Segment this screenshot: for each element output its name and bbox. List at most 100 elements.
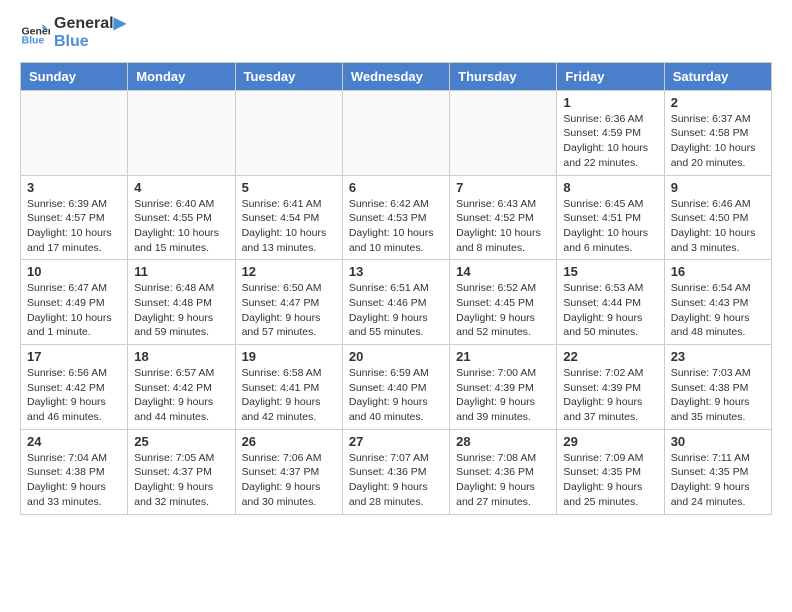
day-number: 20	[349, 349, 443, 364]
day-info: Sunrise: 6:40 AM Sunset: 4:55 PM Dayligh…	[134, 197, 228, 256]
day-info: Sunrise: 7:06 AM Sunset: 4:37 PM Dayligh…	[242, 451, 336, 510]
day-number: 11	[134, 264, 228, 279]
day-cell: 9 Sunrise: 6:46 AM Sunset: 4:50 PM Daylig…	[664, 175, 771, 260]
header: General Blue General▶ Blue	[20, 15, 772, 52]
day-number: 23	[671, 349, 765, 364]
day-number: 30	[671, 434, 765, 449]
day-info: Sunrise: 6:50 AM Sunset: 4:47 PM Dayligh…	[242, 281, 336, 340]
day-number: 18	[134, 349, 228, 364]
day-cell: 10 Sunrise: 6:47 AM Sunset: 4:49 PM Dayli…	[21, 260, 128, 345]
day-cell: 5 Sunrise: 6:41 AM Sunset: 4:54 PM Daylig…	[235, 175, 342, 260]
logo-icon: General Blue	[20, 18, 50, 48]
day-cell: 22 Sunrise: 7:02 AM Sunset: 4:39 PM Dayli…	[557, 345, 664, 430]
day-number: 1	[563, 95, 657, 110]
day-info: Sunrise: 6:37 AM Sunset: 4:58 PM Dayligh…	[671, 112, 765, 171]
day-info: Sunrise: 6:56 AM Sunset: 4:42 PM Dayligh…	[27, 366, 121, 425]
day-number: 3	[27, 180, 121, 195]
day-cell	[450, 90, 557, 175]
svg-text:Blue: Blue	[22, 35, 45, 47]
day-cell: 27 Sunrise: 7:07 AM Sunset: 4:36 PM Dayli…	[342, 429, 449, 514]
page: General Blue General▶ Blue Sunday Monday…	[0, 0, 792, 530]
day-info: Sunrise: 7:09 AM Sunset: 4:35 PM Dayligh…	[563, 451, 657, 510]
header-friday: Friday	[557, 62, 664, 90]
header-wednesday: Wednesday	[342, 62, 449, 90]
day-info: Sunrise: 7:07 AM Sunset: 4:36 PM Dayligh…	[349, 451, 443, 510]
calendar: Sunday Monday Tuesday Wednesday Thursday…	[20, 62, 772, 515]
day-number: 5	[242, 180, 336, 195]
day-info: Sunrise: 6:47 AM Sunset: 4:49 PM Dayligh…	[27, 281, 121, 340]
day-cell: 18 Sunrise: 6:57 AM Sunset: 4:42 PM Dayli…	[128, 345, 235, 430]
day-cell: 7Sunrise: 6:43 AM Sunset: 4:52 PM Daylig…	[450, 175, 557, 260]
header-saturday: Saturday	[664, 62, 771, 90]
day-number: 22	[563, 349, 657, 364]
day-info: Sunrise: 6:36 AM Sunset: 4:59 PM Dayligh…	[563, 112, 657, 171]
day-number: 10	[27, 264, 121, 279]
week-row-3: 10 Sunrise: 6:47 AM Sunset: 4:49 PM Dayli…	[21, 260, 772, 345]
day-cell: 11 Sunrise: 6:48 AM Sunset: 4:48 PM Dayli…	[128, 260, 235, 345]
day-info: Sunrise: 6:42 AM Sunset: 4:53 PM Dayligh…	[349, 197, 443, 256]
header-sunday: Sunday	[21, 62, 128, 90]
logo-blue: Blue	[54, 33, 126, 51]
day-cell: 2 Sunrise: 6:37 AM Sunset: 4:58 PM Daylig…	[664, 90, 771, 175]
day-info: Sunrise: 6:45 AM Sunset: 4:51 PM Dayligh…	[563, 197, 657, 256]
day-number: 9	[671, 180, 765, 195]
day-cell: 16 Sunrise: 6:54 AM Sunset: 4:43 PM Dayli…	[664, 260, 771, 345]
day-number: 16	[671, 264, 765, 279]
week-row-4: 17 Sunrise: 6:56 AM Sunset: 4:42 PM Dayli…	[21, 345, 772, 430]
day-cell: 20 Sunrise: 6:59 AM Sunset: 4:40 PM Dayli…	[342, 345, 449, 430]
day-cell: 28 Sunrise: 7:08 AM Sunset: 4:36 PM Dayli…	[450, 429, 557, 514]
week-row-1: 1 Sunrise: 6:36 AM Sunset: 4:59 PM Daylig…	[21, 90, 772, 175]
day-cell: 6Sunrise: 6:42 AM Sunset: 4:53 PM Daylig…	[342, 175, 449, 260]
day-cell: 4Sunrise: 6:40 AM Sunset: 4:55 PM Daylig…	[128, 175, 235, 260]
day-cell	[21, 90, 128, 175]
day-info: Sunrise: 6:46 AM Sunset: 4:50 PM Dayligh…	[671, 197, 765, 256]
weekday-header-row: Sunday Monday Tuesday Wednesday Thursday…	[21, 62, 772, 90]
day-info: Sunrise: 7:02 AM Sunset: 4:39 PM Dayligh…	[563, 366, 657, 425]
day-info: Sunrise: 6:48 AM Sunset: 4:48 PM Dayligh…	[134, 281, 228, 340]
day-cell	[235, 90, 342, 175]
day-number: 25	[134, 434, 228, 449]
day-info: Sunrise: 6:41 AM Sunset: 4:54 PM Dayligh…	[242, 197, 336, 256]
day-info: Sunrise: 6:51 AM Sunset: 4:46 PM Dayligh…	[349, 281, 443, 340]
logo-general: General▶	[54, 15, 126, 33]
day-info: Sunrise: 6:59 AM Sunset: 4:40 PM Dayligh…	[349, 366, 443, 425]
day-number: 21	[456, 349, 550, 364]
day-cell	[128, 90, 235, 175]
day-number: 24	[27, 434, 121, 449]
day-info: Sunrise: 6:54 AM Sunset: 4:43 PM Dayligh…	[671, 281, 765, 340]
day-number: 26	[242, 434, 336, 449]
day-info: Sunrise: 7:05 AM Sunset: 4:37 PM Dayligh…	[134, 451, 228, 510]
day-cell: 17 Sunrise: 6:56 AM Sunset: 4:42 PM Dayli…	[21, 345, 128, 430]
day-info: Sunrise: 6:52 AM Sunset: 4:45 PM Dayligh…	[456, 281, 550, 340]
day-info: Sunrise: 6:53 AM Sunset: 4:44 PM Dayligh…	[563, 281, 657, 340]
day-number: 17	[27, 349, 121, 364]
day-cell: 23 Sunrise: 7:03 AM Sunset: 4:38 PM Dayli…	[664, 345, 771, 430]
day-cell: 30 Sunrise: 7:11 AM Sunset: 4:35 PM Dayli…	[664, 429, 771, 514]
day-info: Sunrise: 6:58 AM Sunset: 4:41 PM Dayligh…	[242, 366, 336, 425]
day-info: Sunrise: 6:57 AM Sunset: 4:42 PM Dayligh…	[134, 366, 228, 425]
header-monday: Monday	[128, 62, 235, 90]
day-info: Sunrise: 7:11 AM Sunset: 4:35 PM Dayligh…	[671, 451, 765, 510]
day-number: 2	[671, 95, 765, 110]
week-row-5: 24 Sunrise: 7:04 AM Sunset: 4:38 PM Dayli…	[21, 429, 772, 514]
day-number: 28	[456, 434, 550, 449]
day-number: 15	[563, 264, 657, 279]
day-info: Sunrise: 7:03 AM Sunset: 4:38 PM Dayligh…	[671, 366, 765, 425]
day-number: 8	[563, 180, 657, 195]
day-cell: 25 Sunrise: 7:05 AM Sunset: 4:37 PM Dayli…	[128, 429, 235, 514]
day-number: 13	[349, 264, 443, 279]
day-cell: 13 Sunrise: 6:51 AM Sunset: 4:46 PM Dayli…	[342, 260, 449, 345]
day-number: 29	[563, 434, 657, 449]
day-cell: 29 Sunrise: 7:09 AM Sunset: 4:35 PM Dayli…	[557, 429, 664, 514]
day-info: Sunrise: 7:04 AM Sunset: 4:38 PM Dayligh…	[27, 451, 121, 510]
header-tuesday: Tuesday	[235, 62, 342, 90]
day-number: 27	[349, 434, 443, 449]
day-info: Sunrise: 7:08 AM Sunset: 4:36 PM Dayligh…	[456, 451, 550, 510]
day-number: 19	[242, 349, 336, 364]
day-info: Sunrise: 6:39 AM Sunset: 4:57 PM Dayligh…	[27, 197, 121, 256]
day-number: 7	[456, 180, 550, 195]
day-cell: 3 Sunrise: 6:39 AM Sunset: 4:57 PM Daylig…	[21, 175, 128, 260]
day-cell: 14Sunrise: 6:52 AM Sunset: 4:45 PM Dayli…	[450, 260, 557, 345]
week-row-2: 3 Sunrise: 6:39 AM Sunset: 4:57 PM Daylig…	[21, 175, 772, 260]
day-cell: 8 Sunrise: 6:45 AM Sunset: 4:51 PM Daylig…	[557, 175, 664, 260]
